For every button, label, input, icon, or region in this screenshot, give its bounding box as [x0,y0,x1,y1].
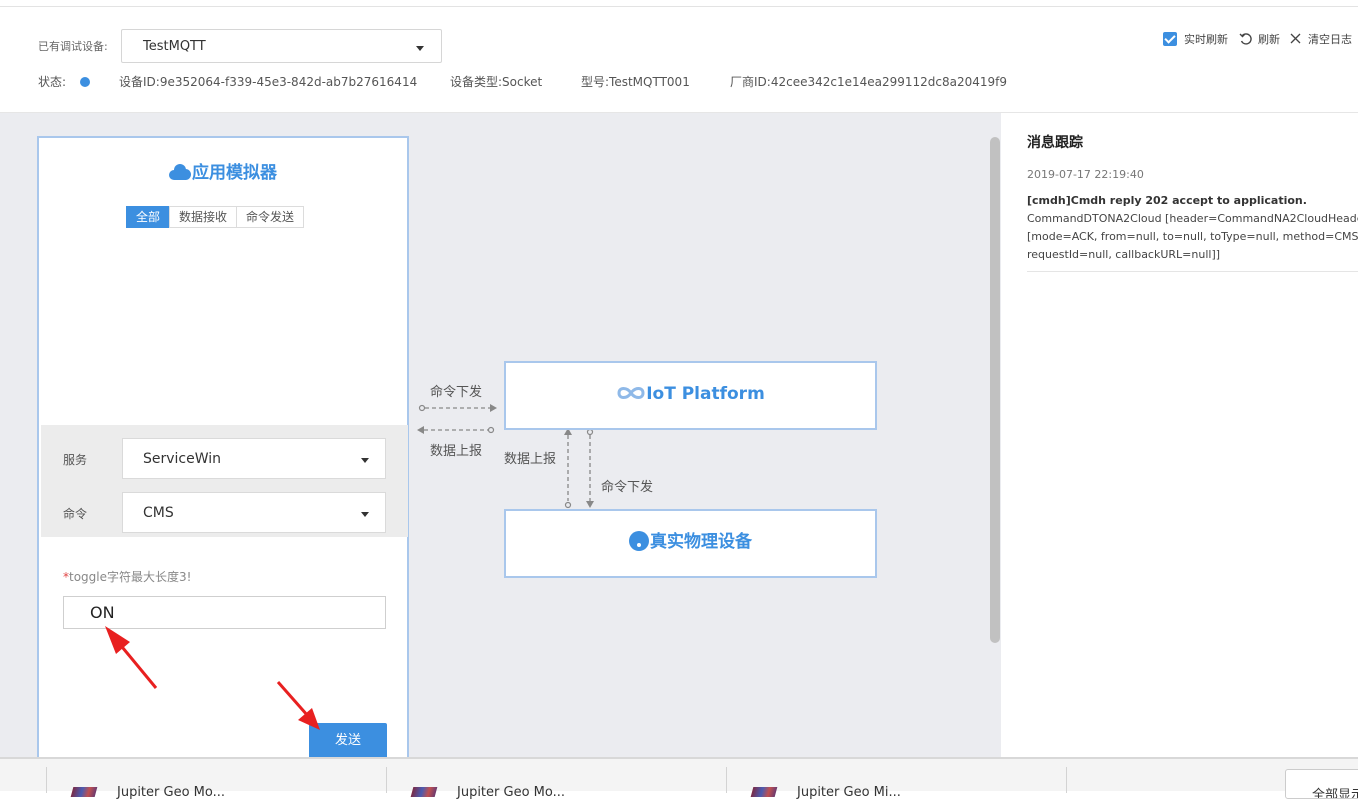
task-divider [1066,767,1067,793]
tab-data-receive[interactable]: 数据接收 [169,206,238,228]
canvas-scrollbar[interactable] [990,137,1000,643]
show-all-button[interactable]: 全部显示 [1285,769,1358,799]
annotation-arrow-icon [105,626,158,689]
data-up-label-left: 数据上报 [430,444,483,459]
toggle-hint-text: toggle字符最大长度3! [69,570,192,584]
task-item[interactable]: Jupiter Geo Mo... [386,767,726,800]
trace-message: [cmdh]Cmdh reply 202 accept to applicati… [1027,192,1358,264]
service-label: 服务 [63,453,88,467]
refresh-button[interactable]: 刷新 [1258,31,1280,47]
device-type: 设备类型:Socket [450,75,543,89]
task-item[interactable]: Jupiter Geo Mi... [726,767,1066,800]
device-icon [629,531,649,551]
simulator-title-text: 应用模拟器 [192,163,277,183]
chevron-down-icon [361,458,369,463]
realtime-refresh-checkbox[interactable] [1163,32,1177,46]
vendor-id: 厂商ID:42cee342c1e14ea299112dc8a20419f9 [730,75,1008,89]
simulator-tabs: 全部 数据接收 命令发送 [126,206,305,228]
refresh-icon[interactable] [1239,32,1253,46]
cmd-down-label-left: 命令下发 [430,385,483,400]
chevron-down-icon [416,46,424,51]
file-icon [750,787,778,797]
command-value: CMS [143,505,174,521]
service-value: ServiceWin [143,451,222,467]
task-title: Jupiter Geo Mo... [117,785,226,800]
annotation-arrow-icon [276,681,320,730]
simulator-title: 应用模拟器 [39,158,407,183]
app-simulator-panel: 应用模拟器 全部 数据接收 命令发送 服务 ServiceWin 命令 CMS … [37,136,409,766]
task-item[interactable] [0,767,46,793]
data-up-label-mid: 数据上报 [504,452,557,467]
close-icon[interactable] [1290,33,1301,44]
cloud-icon [169,164,191,180]
download-taskbar: Jupiter Geo Mo... Jupiter Geo Mo... Jupi… [0,757,1358,800]
trace-timestamp: 2019-07-17 22:19:40 [1027,168,1144,181]
platform-title: IoT Platform [646,384,765,404]
infinity-icon [617,387,645,399]
command-config-panel: 服务 ServiceWin 命令 CMS [41,425,408,537]
clear-log-button[interactable]: 清空日志 [1308,31,1352,47]
chevron-down-icon [361,512,369,517]
device-model: 型号:TestMQTT001 [581,75,690,89]
trace-message-head: [cmdh]Cmdh reply 202 accept to applicati… [1027,194,1307,207]
device-title: 真实物理设备 [650,532,752,552]
trace-message-line: requestId=null, callbackURL=null]] [1027,248,1221,261]
debug-device-select[interactable]: TestMQTT [121,29,442,63]
message-trace-panel: 消息跟踪 2019-07-17 22:19:40 [cmdh]Cmdh repl… [1001,113,1358,757]
top-divider [0,6,1358,7]
log-toolbar: 实时刷新 刷新 清空日志 [1158,31,1358,47]
command-select[interactable]: CMS [122,492,386,533]
iot-platform-box: IoT Platform [504,361,877,430]
status-label: 状态: [38,75,67,89]
trace-message-line: CommandDTONA2Cloud [header=CommandNA2Clo… [1027,212,1358,225]
cmd-down-label-mid: 命令下发 [601,480,654,495]
trace-divider [1027,271,1358,272]
task-title: Jupiter Geo Mo... [457,785,566,800]
file-icon [410,787,438,797]
debug-device-label: 已有调试设备: [38,40,108,53]
debug-device-value: TestMQTT [143,39,206,54]
device-id: 设备ID:9e352064-f339-45e3-842d-ab7b2761641… [119,75,418,89]
physical-device-box: 真实物理设备 [504,509,877,578]
task-item[interactable]: Jupiter Geo Mo... [46,767,386,800]
command-label: 命令 [63,507,88,521]
trace-message-line: [mode=ACK, from=null, to=null, toType=nu… [1027,230,1358,243]
trace-title: 消息跟踪 [1027,135,1083,151]
tab-all[interactable]: 全部 [126,206,171,228]
task-title: Jupiter Geo Mi... [797,785,901,800]
service-select[interactable]: ServiceWin [122,438,386,479]
toggle-hint: *toggle字符最大长度3! [63,568,191,585]
status-dot-icon [80,77,90,87]
realtime-refresh-label[interactable]: 实时刷新 [1184,31,1228,47]
file-icon [70,787,98,797]
tab-command-send[interactable]: 命令发送 [236,206,305,228]
